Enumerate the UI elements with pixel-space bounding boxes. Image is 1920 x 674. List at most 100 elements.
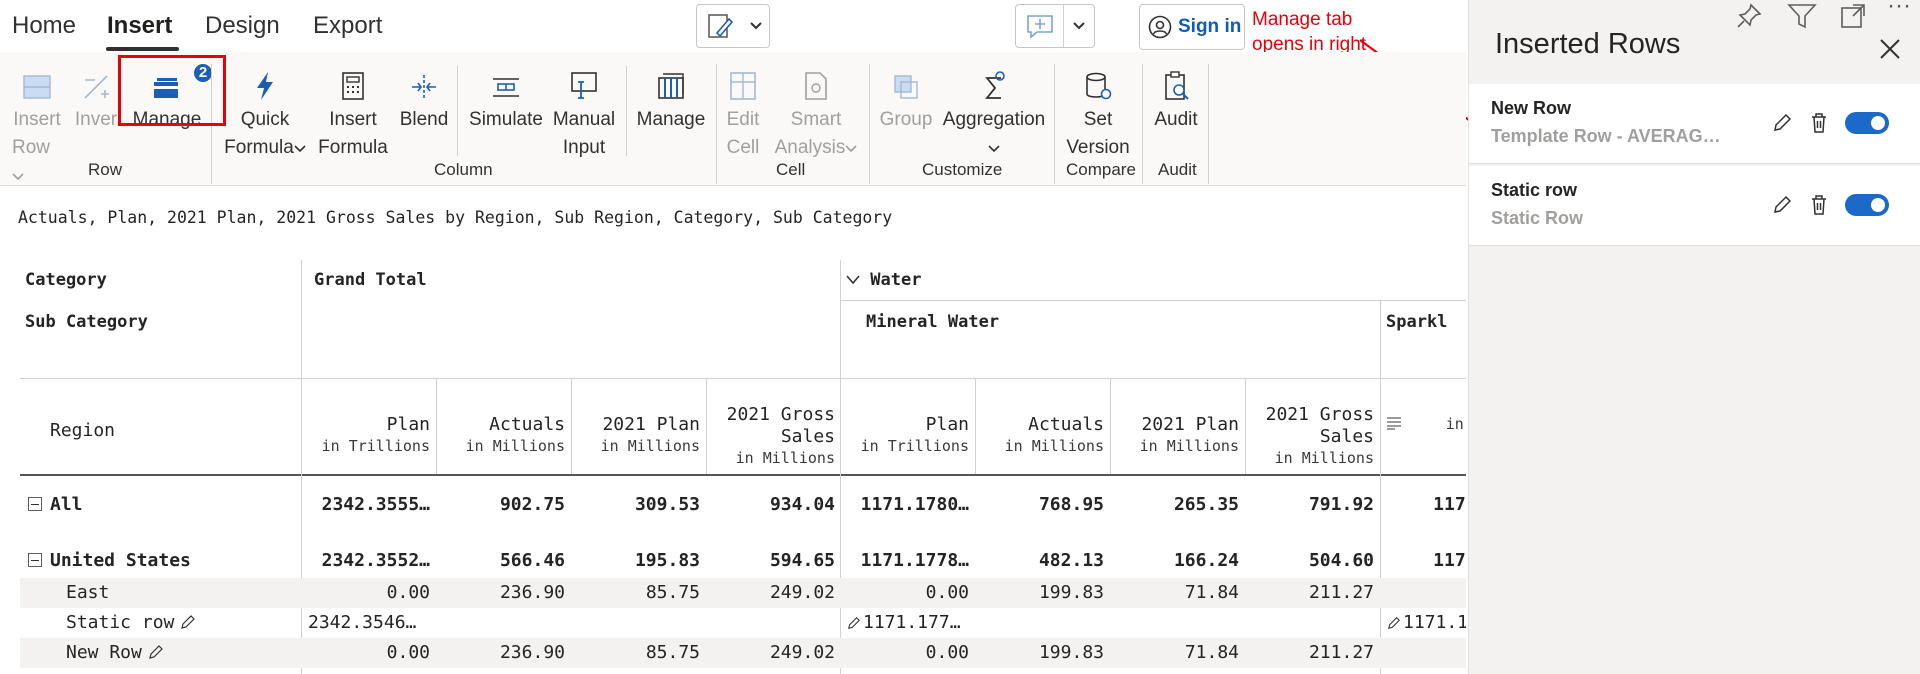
audit-button[interactable]: Audit [1150,64,1202,134]
delete-trash-icon[interactable] [1809,112,1829,134]
close-icon[interactable] [1879,38,1901,60]
table-cell[interactable]: 43.73 [1111,668,1245,674]
table-cell[interactable]: 1171.17 [1381,490,1466,520]
table-cell[interactable]: 0.00 [302,578,436,608]
table-cell[interactable]: 0.00 [302,638,436,668]
table-cell[interactable]: 0.00 [302,668,436,674]
table-cell[interactable]: 0.00 [841,578,975,608]
pin-icon[interactable] [1735,2,1763,30]
enable-toggle[interactable] [1845,112,1889,134]
row-label[interactable]: Pacific [66,668,142,674]
table-cell[interactable]: 791.92 [1246,490,1380,520]
table-cell[interactable]: 594.65 [707,546,841,576]
row-label[interactable]: Static row [66,608,196,638]
column-header[interactable]: Plan in Trillions [302,380,436,474]
table-cell[interactable]: 195.83 [572,546,706,576]
table-cell[interactable] [437,608,571,638]
column-header[interactable]: 2021 Plan in Millions [1111,380,1245,474]
table-cell[interactable]: 156.58 [707,668,841,674]
table-cell[interactable]: 1171.17 [1381,546,1466,576]
table-cell[interactable]: 50.33 [572,668,706,674]
table-cell[interactable]: 0 [1381,578,1466,608]
table-cell[interactable]: 566.46 [437,546,571,576]
edit-mode-dropdown[interactable] [696,4,770,48]
tab-home[interactable]: Home [12,12,76,40]
list-item[interactable]: Static row Static Row [1469,166,1920,246]
edit-pencil-icon[interactable] [1771,194,1793,216]
collapse-toggle-icon[interactable] [28,553,42,567]
blend-button[interactable]: Blend [398,64,450,134]
table-cell[interactable]: 1171.177… [841,608,975,638]
table-cell[interactable]: 1171.1 [1381,608,1466,638]
column-header[interactable]: Actuals in Millions [976,380,1110,474]
enable-toggle[interactable] [1845,194,1889,216]
table-cell[interactable]: 249.02 [707,578,841,608]
table-cell[interactable]: 1171.1780… [841,490,975,520]
tab-design[interactable]: Design [205,12,280,40]
aggregation-button[interactable]: Aggregation [942,64,1046,162]
edit-pencil-icon[interactable] [180,614,196,630]
table-cell[interactable]: 0 [1381,638,1466,668]
column-options-icon[interactable] [1386,416,1402,430]
table-cell[interactable] [1111,608,1245,638]
table-cell[interactable] [572,608,706,638]
column-header[interactable]: Plan in Trillions [841,380,975,474]
comment-dropdown[interactable] [1015,4,1095,48]
table-cell[interactable]: 150.54 [437,668,571,674]
table-cell[interactable]: 504.60 [1246,546,1380,576]
table-cell[interactable]: 236.90 [437,638,571,668]
manual-input-button[interactable]: Manual Input [550,64,618,162]
table-cell[interactable]: 85.75 [572,578,706,608]
table-cell[interactable]: 934.04 [707,490,841,520]
row-label[interactable]: All [28,490,83,520]
table-cell[interactable]: 2342.3555… [302,490,436,520]
table-cell[interactable]: 265.35 [1111,490,1245,520]
column-header[interactable]: 2021 Plan in Millions [572,380,706,474]
table-cell[interactable]: 249.02 [707,638,841,668]
tab-export[interactable]: Export [313,12,382,40]
table-cell[interactable]: 129.99 [976,668,1110,674]
manage-columns-button[interactable]: Manage [634,64,708,134]
table-cell[interactable]: 2342.3552… [302,546,436,576]
table-cell[interactable]: 2342.3546… [302,608,436,638]
column-header[interactable]: Actuals in Millions [437,380,571,474]
more-options-icon[interactable]: ··· [1887,0,1911,20]
table-cell[interactable]: 236.90 [437,578,571,608]
table-cell[interactable]: 902.75 [437,490,571,520]
set-version-button[interactable]: Set Version [1062,64,1134,162]
edit-cell-button[interactable]: Edit Cell [724,64,762,162]
table-cell[interactable]: 199.83 [976,638,1110,668]
table-cell[interactable]: 85.75 [572,638,706,668]
filter-icon[interactable] [1787,2,1817,30]
column-header[interactable]: 2021 Gross Sales in Millions [1246,380,1380,474]
table-cell[interactable] [976,608,1110,638]
insert-formula-button[interactable]: Insert Formula [318,64,388,162]
header-water[interactable]: Water [846,270,921,290]
edit-pencil-icon[interactable] [148,644,164,660]
row-label[interactable]: East [66,578,109,608]
table-cell[interactable] [1246,608,1380,638]
table-cell[interactable]: 1171.1778… [841,546,975,576]
table-cell[interactable]: 309.53 [572,490,706,520]
table-cell[interactable]: 199.83 [976,578,1110,608]
column-header[interactable]: 2021 Gross Sales in Millions [707,380,841,474]
row-label[interactable]: New Row [66,638,164,668]
simulate-button[interactable]: Simulate [466,64,546,134]
table-cell[interactable]: 71.84 [1111,638,1245,668]
quick-formula-button[interactable]: Quick Formula [222,64,308,162]
table-cell[interactable]: 768.95 [976,490,1110,520]
table-cell[interactable]: 211.27 [1246,578,1380,608]
expand-icon[interactable] [1839,2,1867,30]
table-cell[interactable] [707,608,841,638]
tab-insert[interactable]: Insert [107,12,172,40]
table-cell[interactable]: 482.13 [976,546,1110,576]
insert-row-button[interactable]: Insert Row [12,64,62,190]
table-cell[interactable]: 133.29 [1246,668,1380,674]
table-cell[interactable]: 166.24 [1111,546,1245,576]
invert-button[interactable]: Inver [74,64,118,134]
collapse-toggle-icon[interactable] [28,497,42,511]
delete-trash-icon[interactable] [1809,194,1829,216]
smart-analysis-button[interactable]: Smart Analysis [770,64,862,162]
row-label[interactable]: United States [28,546,191,576]
group-button[interactable]: Group [878,64,934,134]
